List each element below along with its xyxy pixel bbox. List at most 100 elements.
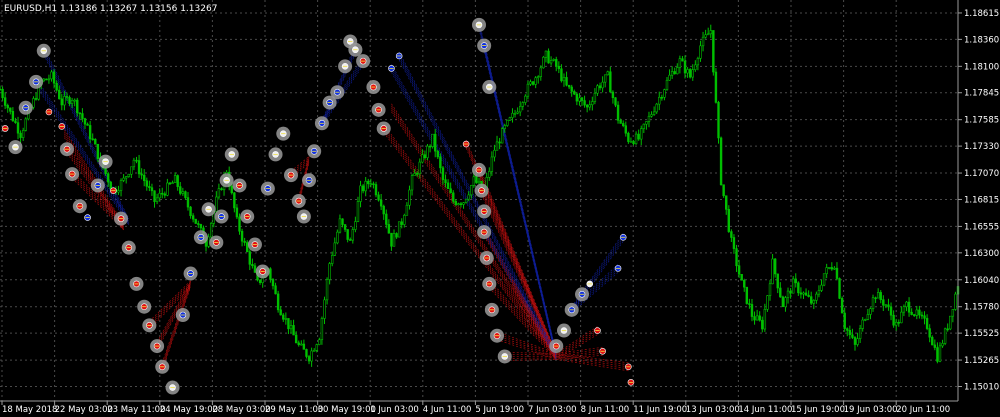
- candle-body: [274, 285, 277, 295]
- candle-body: [55, 82, 58, 91]
- zigzag-node: [72, 199, 87, 214]
- x-tick-label: 11 Jun 19:00: [633, 405, 687, 415]
- candle-body: [573, 91, 576, 95]
- zigzag-node: [619, 233, 627, 241]
- candle-body: [791, 278, 795, 294]
- candle-body: [753, 316, 756, 321]
- candle-body: [560, 68, 563, 82]
- candle-body: [670, 71, 674, 76]
- zigzag-node: [314, 116, 329, 131]
- zigzag-node: [296, 209, 311, 224]
- candle-body: [531, 81, 535, 85]
- candle-body: [405, 204, 409, 216]
- candle-body: [938, 345, 942, 362]
- candle-body: [354, 221, 357, 230]
- candle-body: [537, 76, 540, 79]
- candle-body: [650, 114, 653, 117]
- candle-body: [475, 176, 478, 184]
- zigzag-node: [65, 167, 80, 182]
- x-tick-label: 28 May 03:00: [212, 405, 270, 415]
- candle-body: [439, 156, 442, 169]
- candle-body: [34, 98, 38, 100]
- candle-body: [915, 309, 918, 316]
- candle-body: [622, 123, 625, 127]
- candle-body: [300, 343, 303, 346]
- candle-body: [78, 112, 82, 115]
- candle-body: [24, 118, 27, 131]
- zigzag-node: [477, 38, 492, 53]
- y-tick-label: 1.15780: [964, 303, 999, 313]
- candle-body: [616, 104, 620, 121]
- candle-body: [168, 182, 172, 185]
- candle-body: [83, 118, 87, 125]
- candle-body: [668, 74, 671, 81]
- candle-body: [781, 296, 785, 308]
- candle-body: [743, 279, 746, 288]
- zigzag-node: [247, 237, 262, 252]
- candle-body: [325, 279, 329, 301]
- zigzag-node: [268, 147, 283, 162]
- zigzag-node: [45, 108, 53, 116]
- candle-body: [385, 213, 388, 225]
- candle-body: [318, 339, 321, 345]
- candle-body: [315, 344, 318, 351]
- candle-body: [390, 232, 393, 247]
- candle-body: [696, 58, 700, 66]
- candle-body: [732, 237, 736, 249]
- candle-body: [19, 132, 22, 138]
- candle-body: [70, 100, 74, 104]
- zigzag-node: [224, 147, 239, 162]
- candle-body: [544, 50, 548, 58]
- candle-body: [377, 194, 380, 201]
- zigzag-node: [150, 339, 165, 354]
- candle-body: [387, 224, 391, 234]
- zigzag-node: [29, 74, 44, 89]
- candle-body: [591, 101, 594, 106]
- zigzag-node: [121, 240, 136, 255]
- candle-body: [395, 233, 398, 238]
- y-tick-label: 1.16300: [964, 249, 999, 259]
- candle-body: [498, 141, 501, 144]
- zigzag-node: [388, 65, 395, 72]
- zigzag-node: [549, 339, 564, 354]
- candle-body: [500, 128, 504, 144]
- x-tick-label: 8 Jun 11:00: [581, 405, 630, 415]
- zigzag-node: [474, 183, 489, 198]
- zigzag-node: [209, 235, 224, 250]
- candle-body: [276, 293, 280, 311]
- candle-body: [124, 176, 128, 179]
- candle-body: [725, 195, 728, 210]
- candle-body: [331, 255, 334, 264]
- zigzag-node: [302, 173, 317, 188]
- candle-body: [367, 180, 370, 185]
- candle-body: [320, 318, 324, 341]
- candle-body: [63, 96, 66, 106]
- candle-body: [933, 344, 937, 348]
- zigzag-node: [137, 299, 152, 314]
- y-tick-label: 1.17585: [964, 116, 999, 126]
- candle-body: [665, 79, 669, 90]
- candle-body: [699, 45, 702, 59]
- candle-body: [369, 183, 373, 186]
- y-tick-label: 1.18100: [964, 62, 999, 72]
- candle-body: [655, 103, 658, 113]
- candle-body: [511, 112, 514, 118]
- price-chart[interactable]: 1.18615 1.18360 1.18100 1.17845 1.17585 1.173…: [0, 0, 1000, 417]
- candle-body: [397, 221, 401, 238]
- candle-body: [60, 98, 64, 106]
- x-tick-label: 1 Jun 03:00: [370, 405, 419, 415]
- x-tick-label: 24 May 19:00: [160, 405, 218, 415]
- candle-body: [851, 334, 854, 338]
- candle-body: [135, 159, 138, 162]
- candle-body: [408, 189, 411, 206]
- candle-body: [297, 342, 300, 346]
- candle-body: [567, 84, 571, 88]
- candle-body: [109, 181, 112, 190]
- candle-body: [179, 186, 182, 194]
- y-tick-label: 1.16040: [964, 276, 999, 286]
- candle-body: [400, 221, 403, 225]
- candle-body: [153, 190, 156, 202]
- x-tick-label: 14 Jun 11:00: [738, 405, 792, 415]
- zigzag-node: [395, 52, 403, 60]
- zigzag-node: [484, 302, 499, 317]
